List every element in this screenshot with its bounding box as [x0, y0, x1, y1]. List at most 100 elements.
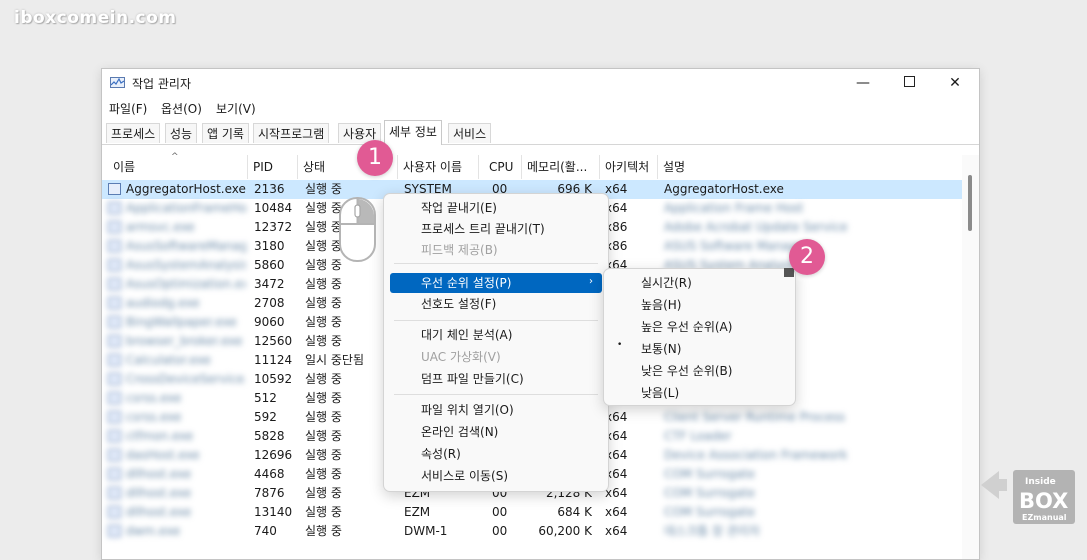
process-name: armsvc.exe	[126, 220, 195, 234]
tab-details[interactable]: 세부 정보	[384, 120, 442, 145]
process-icon	[108, 449, 121, 461]
close-button[interactable]: ✕	[932, 69, 978, 97]
process-pid: 4468	[254, 467, 285, 481]
process-icon	[108, 411, 121, 423]
tab-performance[interactable]: 성능	[165, 123, 198, 143]
close-icon: ✕	[949, 75, 961, 91]
process-architecture: x86	[605, 239, 628, 253]
process-pid: 7876	[254, 486, 285, 500]
column-name[interactable]: 이름	[108, 155, 248, 179]
priority-above-normal[interactable]: 높은 우선 순위(A)	[641, 318, 732, 336]
column-memory[interactable]: 메모리(활...	[522, 155, 600, 179]
maximize-button[interactable]	[886, 69, 932, 97]
menu-file[interactable]: 파일(F)	[109, 100, 147, 117]
process-status: 실행 중	[305, 505, 342, 519]
process-architecture: x64	[605, 524, 628, 538]
menu-item-wait-chain[interactable]: 대기 체인 분석(A)	[421, 326, 512, 344]
process-name: BingWallpaper.exe	[126, 315, 237, 329]
step-badge-2: 2	[789, 239, 825, 275]
process-icon	[108, 297, 121, 309]
process-name: csrss.exe	[126, 410, 182, 424]
minimize-button[interactable]: —	[840, 69, 886, 97]
priority-low[interactable]: 낮음(L)	[641, 384, 679, 402]
priority-realtime[interactable]: 실시간(R)	[641, 274, 692, 292]
priority-normal[interactable]: 보통(N)	[641, 340, 681, 358]
process-description: CTF Loader	[664, 429, 732, 443]
process-icon	[108, 202, 121, 214]
process-description: COM Surrogate	[664, 467, 756, 481]
column-architecture[interactable]: 아키텍처	[600, 155, 658, 179]
column-user[interactable]: 사용자 이름	[398, 155, 479, 179]
menu-item-open-file-location[interactable]: 파일 위치 열기(O)	[421, 401, 514, 419]
process-description: 데스크톱 창 관리자	[664, 524, 760, 538]
logo-main-text: BOX	[1019, 489, 1068, 513]
window-title: 작업 관리자	[132, 77, 192, 91]
process-architecture: x64	[605, 410, 628, 424]
process-description: COM Surrogate	[664, 505, 756, 519]
process-description: Client Server Runtime Process	[664, 410, 846, 424]
menu-item-go-to-services[interactable]: 서비스로 이동(S)	[421, 467, 508, 485]
process-pid: 12560	[254, 334, 293, 348]
tab-processes[interactable]: 프로세스	[106, 123, 161, 143]
process-architecture: x64	[605, 201, 628, 215]
process-icon	[108, 240, 121, 252]
menu-options[interactable]: 옵션(O)	[161, 100, 202, 117]
menu-item-create-dump[interactable]: 덤프 파일 만들기(C)	[421, 370, 524, 388]
process-icon	[108, 221, 121, 233]
process-icon	[108, 354, 121, 366]
menu-separator	[394, 263, 598, 264]
step-badge-1: 1	[357, 140, 393, 176]
process-pid: 5860	[254, 258, 285, 272]
tab-strip: 프로세스 성능 앱 기록 시작프로그램 사용자 세부 정보 서비스	[102, 120, 979, 145]
process-icon	[108, 506, 121, 518]
process-architecture: x64	[605, 467, 628, 481]
process-icon	[108, 183, 121, 195]
menu-item-feedback[interactable]: 피드백 제공(B)	[421, 241, 498, 259]
process-memory: 60,200 K	[538, 524, 592, 538]
process-cpu: 00	[492, 505, 508, 519]
process-icon	[108, 335, 121, 347]
column-header-row: 이름 PID 상태 사용자 이름 CPU 메모리(활... 아키텍처 설명	[102, 155, 962, 179]
process-name: dwm.exe	[126, 524, 181, 538]
process-name: AsusSoftwareManager.exe	[126, 239, 246, 253]
process-pid: 10592	[254, 372, 293, 386]
process-architecture: x86	[605, 220, 628, 234]
tab-startup[interactable]: 시작프로그램	[253, 123, 330, 143]
process-pid: 11124	[254, 353, 293, 367]
column-cpu[interactable]: CPU	[479, 155, 522, 179]
menu-item-end-task[interactable]: 작업 끝내기(E)	[421, 199, 497, 217]
title-bar[interactable]: 작업 관리자 — ✕	[102, 69, 979, 97]
table-row[interactable]: dwm.exe 740 실행 중 DWM-1 00 60,200 K x64 데스크톱 창 관…	[102, 522, 962, 541]
process-description: COM Surrogate	[664, 486, 756, 500]
column-description[interactable]: 설명	[658, 155, 958, 179]
priority-below-normal[interactable]: 낮은 우선 순위(B)	[641, 362, 732, 380]
menu-item-properties[interactable]: 속성(R)	[421, 445, 461, 463]
process-pid: 3472	[254, 277, 285, 291]
process-user: DWM-1	[404, 524, 448, 538]
tab-services[interactable]: 서비스	[448, 123, 492, 143]
menu-item-set-affinity[interactable]: 선호도 설정(F)	[421, 295, 496, 313]
menu-item-uac-virtualization[interactable]: UAC 가상화(V)	[421, 348, 501, 366]
column-pid[interactable]: PID	[248, 155, 298, 179]
scrollbar-thumb[interactable]	[968, 175, 972, 231]
menu-separator	[394, 394, 598, 395]
process-description: Application Frame Host	[664, 201, 804, 215]
process-name: audiodg.exe	[126, 296, 200, 310]
menu-separator	[394, 320, 598, 321]
tab-app-history[interactable]: 앱 기록	[202, 123, 249, 143]
site-watermark: iboxcomein.com	[14, 8, 177, 28]
priority-high[interactable]: 높음(H)	[641, 296, 681, 314]
submenu-corner-shadow	[784, 268, 794, 277]
process-architecture: x64	[605, 486, 628, 500]
menu-item-search-online[interactable]: 온라인 검색(N)	[421, 423, 498, 441]
priority-submenu: 실시간(R) 높음(H) 높은 우선 순위(A) • 보통(N) 낮은 우선 순…	[603, 268, 796, 406]
process-name: AggregatorHost.exe	[126, 182, 246, 196]
process-pid: 5828	[254, 429, 285, 443]
process-name: ApplicationFrameHost.exe	[126, 201, 246, 215]
process-name: AsusSystemAnalysis.exe	[126, 258, 246, 272]
process-pid: 13140	[254, 505, 293, 519]
menu-view[interactable]: 보기(V)	[216, 100, 256, 117]
process-pid: 10484	[254, 201, 293, 215]
menu-item-end-process-tree[interactable]: 프로세스 트리 끝내기(T)	[421, 220, 545, 238]
table-row[interactable]: dllhost.exe 13140 실행 중 EZM 00 684 K x64 COM Sur…	[102, 503, 962, 522]
